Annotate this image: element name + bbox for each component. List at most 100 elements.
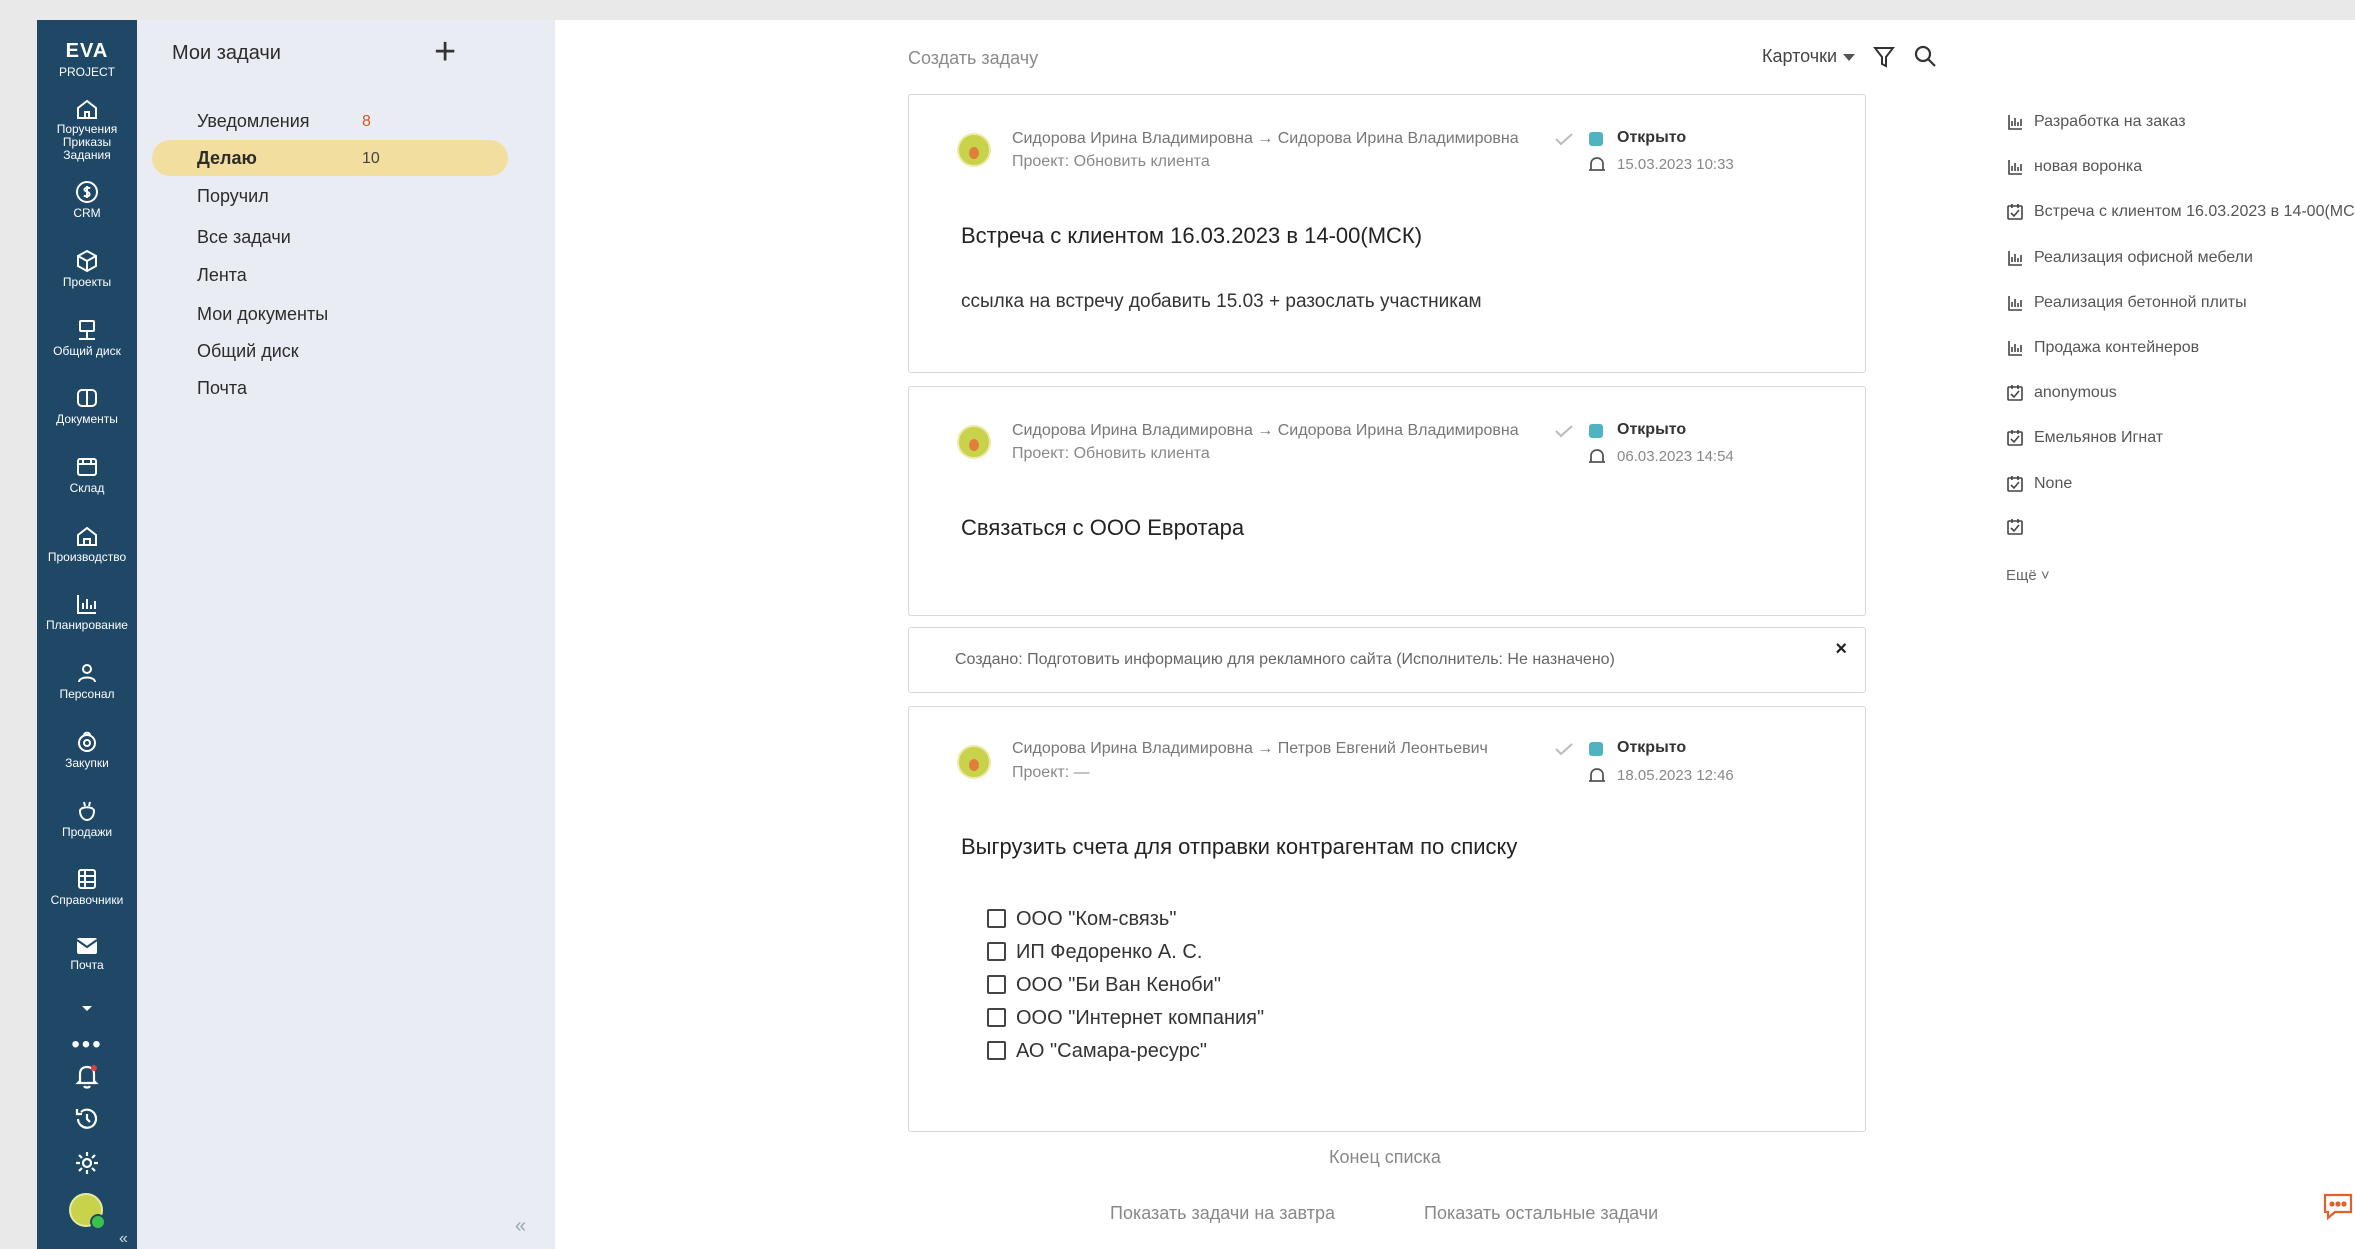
task-icon (2007, 519, 2023, 535)
task-project[interactable]: Проект: Обновить клиента (1012, 445, 1210, 463)
task-card[interactable]: Сидорова Ирина Владимировна → Петров Евг… (908, 706, 1866, 1132)
check-icon[interactable] (1554, 132, 1574, 146)
rail-item-disk[interactable]: Общий диск (37, 318, 137, 358)
rail-item-mail[interactable]: Почта (37, 936, 137, 972)
checklist-item[interactable]: ИП Федоренко А. С. (987, 941, 1202, 964)
sidebar-item-all-tasks[interactable]: Все задачи (152, 219, 508, 255)
check-icon[interactable] (1554, 424, 1574, 438)
sidebar-collapse-button[interactable]: « (515, 1215, 526, 1238)
right-panel-item-label: None (2034, 475, 2073, 492)
view-mode-select[interactable]: Карточки (1762, 46, 1856, 67)
status-indicator (1589, 742, 1603, 756)
task-title[interactable]: Связаться с ООО Евротара (961, 515, 1244, 541)
sidebar-item-my-documents[interactable]: Мои документы (152, 296, 508, 332)
rail-item-sales[interactable]: Продажи (37, 799, 137, 839)
sidebar-item-count: 8 (362, 113, 371, 130)
factory-icon (77, 526, 97, 546)
show-tomorrow-button[interactable]: Показать задачи на завтра (1110, 1203, 1335, 1224)
rail-label: Справочники (50, 893, 124, 907)
chart-icon (77, 595, 96, 614)
warehouse-icon (77, 458, 97, 476)
task-icon (2007, 430, 2023, 446)
creation-notice: Создано: Подготовить информацию для рекл… (908, 627, 1866, 693)
user-avatar[interactable] (69, 1193, 106, 1230)
task-status[interactable]: Открыто (1617, 421, 1686, 439)
deadline-bell-icon (1589, 157, 1605, 171)
task-status[interactable]: Открыто (1617, 129, 1686, 147)
checklist-item-label: ООО "Би Ван Кеноби" (1016, 974, 1221, 996)
right-panel-item-label: Реализация офисной мебели (2034, 249, 2253, 266)
add-task-button[interactable]: + (434, 32, 456, 72)
chat-icon (2323, 1193, 2353, 1221)
task-status[interactable]: Открыто (1617, 739, 1686, 757)
rail-item-personnel[interactable]: Персонал (37, 661, 137, 701)
right-panel-item-label: Реализация бетонной плиты (2034, 294, 2247, 311)
status-indicator (1589, 424, 1603, 438)
sidebar-item-mail[interactable]: Почта (152, 370, 508, 406)
sidebar-item-label: Общий диск (197, 341, 299, 361)
task-card[interactable]: Сидорова Ирина Владимировна → Сидорова И… (908, 94, 1866, 373)
checkbox[interactable] (987, 942, 1006, 961)
rail-item-warehouse[interactable]: Склад (37, 455, 137, 495)
notifications-button[interactable] (37, 1062, 137, 1090)
checklist-item[interactable]: АО "Самара-ресурс" (987, 1040, 1207, 1063)
rail-item-purchases[interactable]: Закупки (37, 730, 137, 770)
rail-item-tasks[interactable]: Поручения Приказы Задания (37, 98, 137, 162)
task-people: Сидорова Ирина Владимировна → Сидорова И… (1012, 130, 1519, 147)
sidebar-item-feed[interactable]: Лента (152, 257, 508, 293)
sidebar-item-shared-disk[interactable]: Общий диск (152, 333, 508, 369)
more-icon[interactable]: ••• (37, 1033, 137, 1057)
checkbox[interactable] (987, 1008, 1006, 1027)
bell-icon (75, 1065, 99, 1089)
checkbox[interactable] (987, 909, 1006, 928)
check-icon[interactable] (1554, 742, 1574, 756)
app-logo[interactable]: EVA PROJECT (37, 40, 137, 79)
checklist-item-label: АО "Самара-ресурс" (1016, 1040, 1207, 1062)
book-icon (77, 389, 97, 407)
task-title[interactable]: Выгрузить счета для отправки контрагента… (961, 834, 1517, 860)
funnel-icon (2008, 341, 2022, 356)
checkbox[interactable] (987, 1041, 1006, 1060)
sales-icon (78, 801, 96, 822)
funnel-icon (2008, 296, 2022, 311)
status-indicator (1589, 132, 1603, 146)
task-project[interactable]: Проект: — (1012, 764, 1090, 782)
checklist-item[interactable]: ООО "Интернет компания" (987, 1007, 1264, 1030)
right-panel-item-label: anonymous (2034, 384, 2117, 401)
rail-item-crm[interactable]: CRM (37, 180, 137, 220)
tasks-sidebar: Мои задачи + Уведомления 8 Делаю 10 Пору… (137, 20, 555, 1249)
rail-item-documents[interactable]: Документы (37, 386, 137, 426)
rail-collapse-button[interactable]: « (119, 1230, 128, 1248)
rail-item-directories[interactable]: Справочники (37, 867, 137, 907)
show-rest-button[interactable]: Показать остальные задачи (1424, 1203, 1658, 1224)
settings-button[interactable] (37, 1150, 137, 1176)
task-project[interactable]: Проект: Обновить клиента (1012, 153, 1210, 171)
history-button[interactable] (37, 1106, 137, 1132)
rail-label: Проекты (62, 275, 112, 289)
rail-item-production[interactable]: Производство (37, 524, 137, 564)
task-card[interactable]: Сидорова Ирина Владимировна → Сидорова И… (908, 386, 1866, 616)
filter-button[interactable] (1872, 45, 1896, 74)
search-button[interactable] (1913, 44, 1937, 73)
sidebar-title: Мои задачи (172, 42, 281, 64)
task-deadline: 15.03.2023 10:33 (1617, 156, 1734, 173)
sidebar-item-count: 10 (362, 150, 380, 167)
sidebar-item-assigned[interactable]: Поручил (152, 178, 508, 214)
rail-label: Общий диск (53, 344, 121, 358)
create-task-link[interactable]: Создать задачу (908, 48, 1038, 69)
task-title[interactable]: Встреча с клиентом 16.03.2023 в 14-00(МС… (961, 223, 1422, 249)
checklist-item[interactable]: ООО "Ком-связь" (987, 908, 1176, 931)
sidebar-item-notifications[interactable]: Уведомления 8 (152, 103, 508, 139)
notice-close-button[interactable]: × (1835, 638, 1847, 661)
checklist-item-label: ООО "Ком-связь" (1016, 908, 1177, 930)
right-panel-item-label: Разработка на заказ (2034, 113, 2186, 130)
checkbox[interactable] (987, 975, 1006, 994)
rail-expand-button[interactable] (37, 1004, 137, 1014)
sidebar-item-doing[interactable]: Делаю 10 (152, 140, 508, 176)
rail-item-planning[interactable]: Планирование (37, 592, 137, 632)
checklist-item[interactable]: ООО "Би Ван Кеноби" (987, 974, 1221, 997)
chat-button[interactable] (2321, 1190, 2355, 1227)
right-panel-more-button[interactable]: Ещё ˅ (2006, 567, 2050, 584)
sidebar-item-label: Лента (197, 265, 247, 285)
rail-item-projects[interactable]: Проекты (37, 249, 137, 289)
